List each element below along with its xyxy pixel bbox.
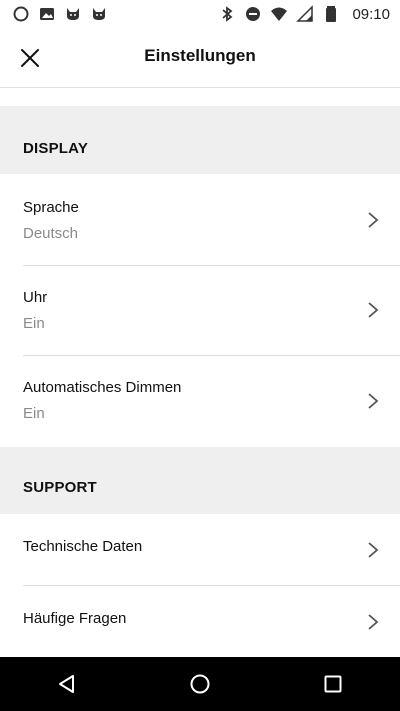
recents-button[interactable] — [313, 664, 353, 704]
navigation-bar — [0, 657, 400, 711]
item-label: Uhr — [23, 289, 48, 306]
chevron-right-icon — [366, 540, 380, 560]
settings-item-language[interactable]: Sprache Deutsch — [0, 174, 400, 265]
settings-screen: 09:10 Einstellungen DISPLAY Sprache Deut… — [0, 0, 400, 711]
settings-item-faq[interactable]: Häufige Fragen — [0, 586, 400, 657]
status-left-icons — [12, 5, 108, 23]
section-heading-support: SUPPORT — [0, 447, 400, 514]
chevron-right-icon — [366, 391, 380, 411]
battery-icon — [322, 5, 340, 23]
header-spacer — [0, 88, 400, 106]
item-label: Sprache — [23, 199, 79, 216]
chevron-right-icon — [366, 210, 380, 230]
do-not-disturb-icon — [244, 5, 262, 23]
recents-icon — [324, 675, 342, 693]
settings-item-clock[interactable]: Uhr Ein — [0, 266, 400, 355]
cellular-signal-icon — [296, 5, 314, 23]
status-time: 09:10 — [352, 5, 390, 23]
wifi-icon — [270, 5, 288, 23]
item-value: Ein — [23, 315, 45, 332]
cat-icon — [64, 5, 82, 23]
back-button[interactable] — [47, 664, 87, 704]
item-value: Ein — [23, 405, 45, 422]
chevron-right-icon — [366, 300, 380, 320]
home-icon — [190, 674, 210, 694]
item-label: Technische Daten — [23, 538, 143, 555]
section-heading-display: DISPLAY — [0, 106, 400, 174]
item-value: Deutsch — [23, 225, 79, 242]
page-title: Einstellungen — [144, 46, 256, 65]
chevron-right-icon — [366, 612, 380, 632]
item-label: Häufige Fragen — [23, 610, 127, 627]
app-header: Einstellungen — [0, 28, 400, 88]
cat-icon — [90, 5, 108, 23]
item-label: Automatisches Dimmen — [23, 379, 182, 396]
home-button[interactable] — [180, 664, 220, 704]
circle-notification-icon — [12, 5, 30, 23]
settings-item-technical-data[interactable]: Technische Daten — [0, 514, 400, 585]
status-bar: 09:10 — [0, 0, 400, 28]
back-icon — [58, 675, 74, 693]
bluetooth-icon — [218, 5, 236, 23]
status-right-icons: 09:10 — [218, 5, 390, 23]
photo-icon — [38, 5, 56, 23]
settings-item-auto-dimming[interactable]: Automatisches Dimmen Ein — [0, 356, 400, 447]
